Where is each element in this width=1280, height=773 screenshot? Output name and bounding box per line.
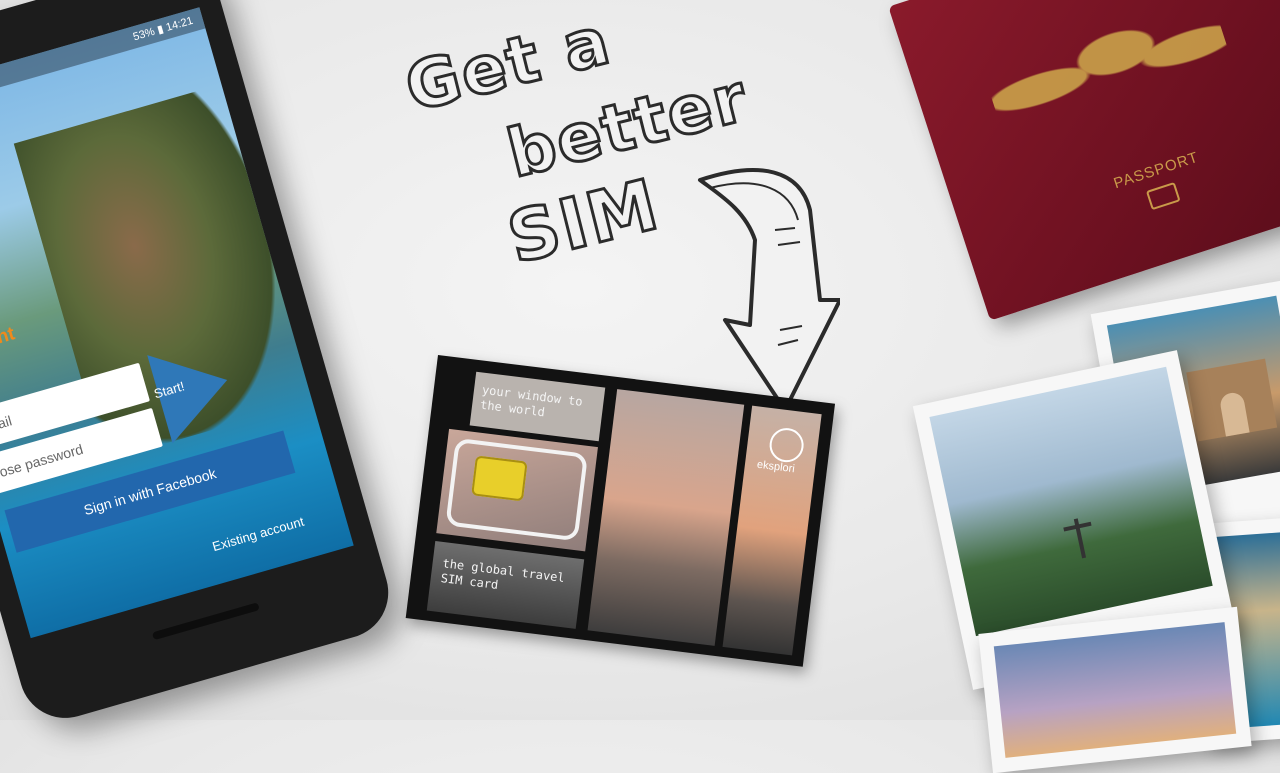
smartphone: 53% ▮ 14:21 ccount email oose password S… <box>0 0 400 729</box>
sim-subtitle: the global travel SIM card <box>439 556 566 593</box>
sim-tagline: your window to the world <box>479 382 584 420</box>
rio-photo <box>929 366 1213 637</box>
skip-link[interactable]: Skip <box>91 624 119 638</box>
skyline-photo-panel <box>587 389 745 646</box>
city-photo-panel: the global travel SIM card <box>426 541 585 629</box>
arrow-down-icon <box>698 168 840 412</box>
existing-account-link[interactable]: Existing account <box>211 514 306 555</box>
passport-label: PASSPORT <box>1111 148 1201 193</box>
speaker-grille <box>151 602 260 641</box>
passport: PASSPORT <box>888 0 1280 321</box>
singapore-photo <box>993 622 1237 758</box>
page-title: ccount <box>0 323 18 361</box>
phone-screen: 53% ▮ 14:21 ccount email oose password S… <box>0 7 354 639</box>
sim-chip-icon <box>471 455 528 502</box>
polaroid-singapore <box>978 606 1252 773</box>
biometric-chip-icon <box>1145 181 1181 211</box>
world-map-icon <box>976 0 1239 157</box>
tagline-panel: your window to the world <box>469 371 606 442</box>
sim-card: your window to the world the global trav… <box>405 355 836 667</box>
